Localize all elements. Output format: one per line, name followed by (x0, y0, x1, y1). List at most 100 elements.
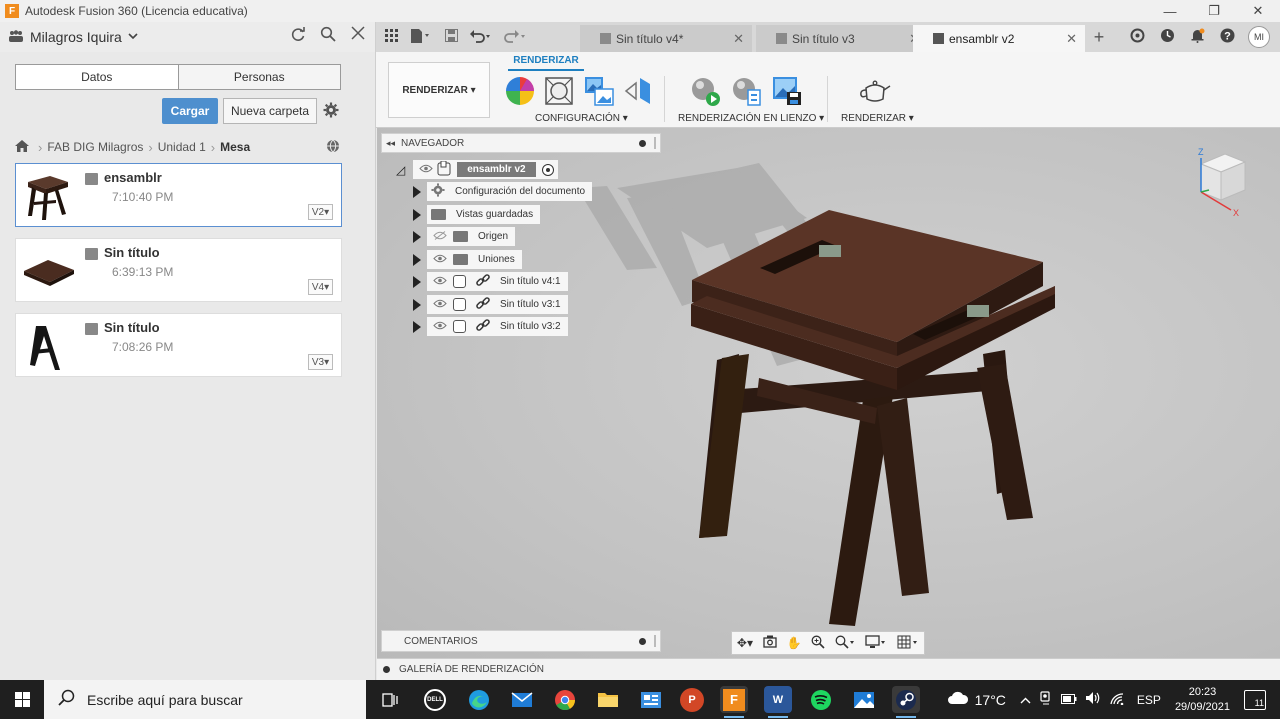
activate-radio[interactable] (541, 163, 554, 176)
minimize-button[interactable]: — (1148, 0, 1192, 22)
in-canvas-settings-icon[interactable] (731, 76, 761, 106)
clock[interactable]: 20:23 29/09/2021 (1175, 685, 1230, 715)
redo-icon[interactable] (500, 29, 530, 46)
search-icon[interactable] (319, 26, 337, 47)
notification-center-icon[interactable]: 11 (1244, 689, 1266, 710)
look-at-icon[interactable] (763, 635, 777, 651)
language-indicator[interactable]: ESP (1137, 693, 1161, 707)
close-window-button[interactable]: ✕ (1236, 0, 1280, 22)
expand-arrow-icon[interactable] (413, 253, 421, 266)
close-tab-icon[interactable]: ✕ (1066, 31, 1077, 47)
version-badge[interactable]: V3 ▾ (308, 354, 333, 370)
grid-settings-icon[interactable] (897, 635, 919, 652)
render-gallery-bar[interactable]: GALERÍA DE RENDERIZACIÓN (377, 658, 1280, 680)
breadcrumb-folder[interactable]: Unidad 1 (158, 140, 206, 154)
chrome-icon[interactable] (551, 686, 579, 713)
version-badge[interactable]: V2 ▾ (308, 204, 333, 220)
expand-arrow-icon[interactable] (413, 320, 421, 333)
render-canvas[interactable]: ◂◂ NAVEGADOR ◿ ensamblr v2 Configuración… (377, 128, 1280, 658)
powerpoint-icon[interactable]: P (680, 688, 704, 712)
new-tab-button[interactable]: + (1088, 26, 1110, 48)
decal-icon[interactable] (624, 76, 654, 106)
expand-arrow-icon[interactable] (413, 298, 421, 311)
dell-app-icon[interactable]: DELL (421, 686, 449, 713)
browser-node-named-views[interactable]: Vistas guardadas (413, 205, 541, 224)
tab-sin-titulo-v4[interactable]: Sin título v4* ✕ (580, 25, 752, 52)
globe-icon[interactable] (326, 139, 340, 156)
mail-icon[interactable] (508, 686, 536, 713)
close-tab-icon[interactable]: ✕ (733, 31, 744, 47)
setup-group-label[interactable]: CONFIGURACIÓN ▾ (535, 113, 628, 124)
temperature[interactable]: 17°C (975, 692, 1006, 708)
file-card-sin-titulo-v4[interactable]: Sin título 6:39:13 PM V4 ▾ (15, 238, 342, 302)
file-explorer-icon[interactable] (594, 686, 622, 713)
eye-icon[interactable] (417, 164, 435, 176)
pin-icon[interactable] (639, 637, 646, 645)
tab-data[interactable]: Datos (16, 65, 178, 89)
render-group-label[interactable]: RENDERIZAR ▾ (841, 113, 914, 124)
in-canvas-group-label[interactable]: RENDERIZACIÓN EN LIENZO ▾ (678, 113, 824, 124)
wifi-icon[interactable] (1109, 692, 1125, 708)
chevron-down-icon[interactable] (128, 31, 138, 43)
notifications-icon[interactable] (1188, 28, 1206, 46)
tab-people[interactable]: Personas (177, 65, 340, 89)
display-settings-icon[interactable] (865, 634, 887, 652)
edge-icon[interactable] (465, 686, 493, 713)
expand-icon[interactable]: ◿ (396, 163, 405, 177)
spotify-icon[interactable] (807, 686, 835, 713)
resize-handle[interactable] (654, 635, 656, 647)
weather-cloud-icon[interactable] (947, 691, 969, 708)
resize-handle[interactable] (654, 137, 656, 149)
eye-icon[interactable] (431, 321, 449, 333)
photos-icon[interactable] (850, 686, 878, 713)
pan-icon[interactable]: ✋ (787, 636, 802, 650)
grid-menu-icon[interactable] (380, 29, 402, 45)
browser-node-origin[interactable]: Origen (413, 227, 516, 246)
job-status-icon[interactable] (1158, 28, 1176, 46)
pin-icon[interactable] (639, 139, 646, 147)
refresh-icon[interactable] (289, 26, 307, 47)
fit-icon[interactable] (835, 635, 855, 652)
expand-arrow-icon[interactable] (413, 185, 421, 198)
tab-sin-titulo-v3[interactable]: Sin título v3 ✕ (756, 25, 928, 52)
close-icon[interactable] (349, 26, 367, 47)
chevron-up-icon[interactable] (1020, 693, 1031, 707)
eye-hidden-icon[interactable] (431, 230, 449, 243)
upload-button[interactable]: Cargar (162, 98, 218, 124)
gear-icon[interactable] (323, 102, 339, 123)
undo-icon[interactable] (466, 29, 496, 46)
capture-image-icon[interactable] (772, 76, 802, 106)
meet-now-icon[interactable] (1039, 691, 1053, 708)
expand-gallery-icon[interactable] (383, 666, 390, 673)
file-card-sin-titulo-v3[interactable]: Sin título 7:08:26 PM V3 ▾ (15, 313, 342, 377)
new-folder-button[interactable]: Nueva carpeta (223, 98, 317, 124)
file-card-ensamblr[interactable]: ensamblr 7:10:40 PM V2 ▾ (15, 163, 342, 227)
browser-node-component-1[interactable]: Sin título v4:1 (413, 272, 568, 291)
tab-render[interactable]: RENDERIZAR (508, 55, 584, 66)
appearance-icon[interactable] (505, 76, 535, 106)
expand-arrow-icon[interactable] (413, 230, 421, 243)
eye-icon[interactable] (431, 254, 449, 266)
browser-node-component-3[interactable]: Sin título v3:2 (413, 317, 568, 336)
word-icon[interactable]: W (764, 686, 792, 718)
save-icon[interactable] (440, 29, 462, 45)
battery-icon[interactable] (1060, 693, 1077, 707)
restore-button[interactable]: ❐ (1192, 0, 1236, 22)
help-icon[interactable]: ? (1218, 28, 1236, 46)
zoom-icon[interactable] (811, 635, 826, 652)
texture-map-icon[interactable] (584, 76, 614, 106)
avatar[interactable]: MI (1248, 26, 1270, 48)
extensions-icon[interactable] (1128, 28, 1146, 46)
file-menu-icon[interactable] (406, 28, 436, 46)
browser-node-joints[interactable]: Uniones (413, 250, 522, 269)
start-button[interactable] (0, 680, 44, 719)
volume-icon[interactable] (1085, 691, 1101, 708)
version-badge[interactable]: V4 ▾ (308, 279, 333, 295)
comments-panel[interactable]: COMENTARIOS (381, 630, 661, 652)
browser-root-node[interactable]: ◿ ensamblr v2 (396, 160, 558, 179)
home-icon[interactable] (15, 139, 29, 155)
tab-ensamblr-v2[interactable]: ensamblr v2 ✕ (913, 25, 1085, 52)
breadcrumb-project[interactable]: FAB DIG Milagros (47, 140, 143, 154)
orbit-icon[interactable]: ✥▾ (737, 636, 753, 650)
eye-icon[interactable] (431, 276, 449, 288)
